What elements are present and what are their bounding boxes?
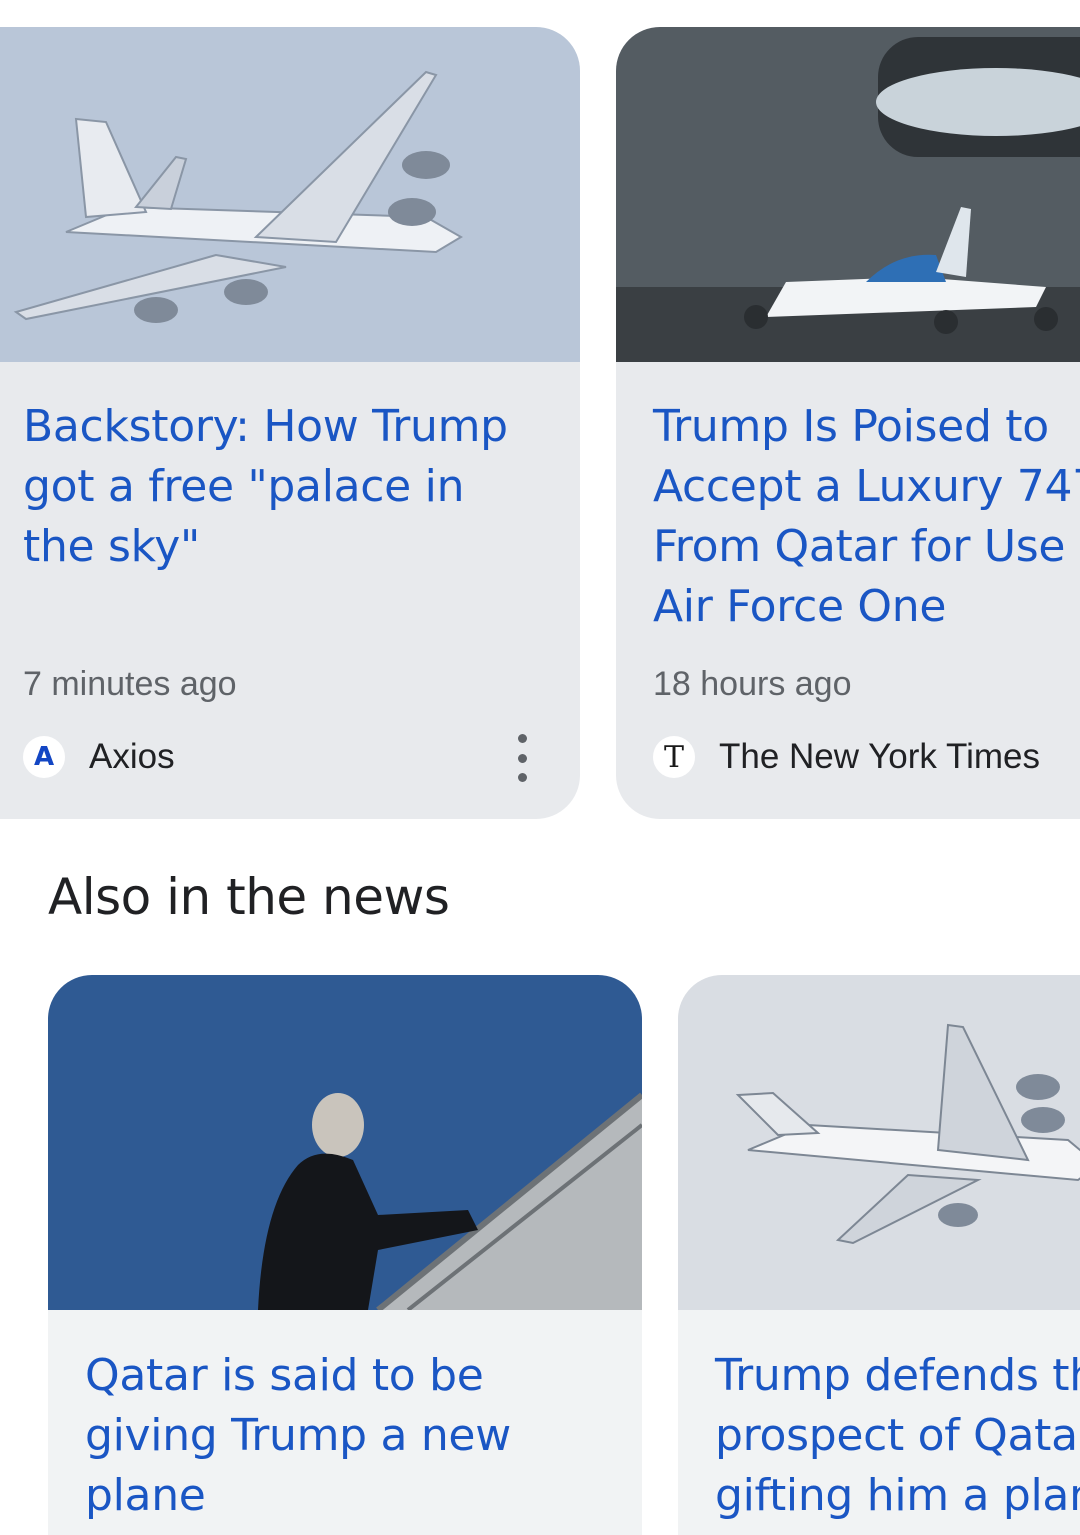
news-headline[interactable]: Qatar is said to be giving Trump a new p… bbox=[85, 1346, 511, 1526]
story-image-plane-flight-2[interactable] bbox=[678, 975, 1080, 1310]
story-image-air-force-one-tarmac[interactable] bbox=[616, 27, 1080, 362]
more-options-icon[interactable] bbox=[507, 734, 537, 782]
story-headline[interactable]: Backstory: How Trump got a free "palace … bbox=[23, 397, 508, 577]
story-timestamp: 7 minutes ago bbox=[23, 665, 237, 703]
story-card-nyt[interactable]: Trump Is Poised to Accept a Luxury 747 F… bbox=[616, 27, 1080, 819]
news-card-trump-defends[interactable]: Trump defends the prospect of Qatar gift… bbox=[678, 975, 1080, 1535]
axios-logo-icon: A bbox=[23, 736, 65, 778]
news-headline[interactable]: Trump defends the prospect of Qatar gift… bbox=[715, 1346, 1080, 1526]
news-feed: Backstory: How Trump got a free "palace … bbox=[0, 0, 1080, 1535]
source-name: Axios bbox=[89, 737, 175, 776]
section-title-also-in-news: Also in the news bbox=[48, 868, 450, 926]
story-image-man-on-stairs[interactable] bbox=[48, 975, 642, 1310]
story-source[interactable]: T The New York Times bbox=[653, 736, 1040, 778]
story-headline[interactable]: Trump Is Poised to Accept a Luxury 747 F… bbox=[653, 397, 1080, 637]
story-image-plane-flight[interactable] bbox=[0, 27, 580, 362]
nyt-logo-icon: T bbox=[653, 736, 695, 778]
source-name: The New York Times bbox=[719, 737, 1040, 776]
news-card-qatar-plane[interactable]: Qatar is said to be giving Trump a new p… bbox=[48, 975, 642, 1535]
story-timestamp: 18 hours ago bbox=[653, 665, 852, 703]
story-card-axios[interactable]: Backstory: How Trump got a free "palace … bbox=[0, 27, 580, 819]
story-source[interactable]: A Axios bbox=[23, 736, 175, 778]
